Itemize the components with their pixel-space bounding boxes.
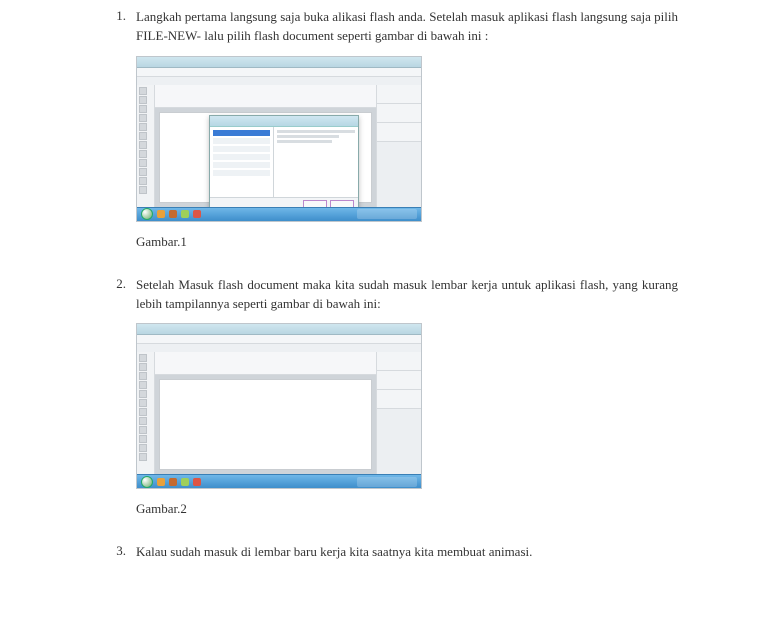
tools-panel — [137, 352, 155, 474]
dialog-type-list — [210, 127, 274, 197]
menubar — [137, 335, 421, 344]
figure-caption: Gambar.1 — [136, 234, 678, 250]
step-number: 1. — [100, 8, 136, 268]
step-text: Kalau sudah masuk di lembar baru kerja k… — [136, 543, 678, 562]
step-1: 1. Langkah pertama langsung saja buka al… — [100, 8, 678, 268]
menubar — [137, 68, 421, 77]
window-titlebar — [137, 57, 421, 68]
taskbar-icon — [169, 210, 177, 218]
taskbar-icon — [157, 478, 165, 486]
timeline-panel — [155, 352, 376, 375]
main-area — [137, 352, 421, 474]
screenshot-2 — [136, 323, 422, 489]
step-body: Setelah Masuk flash document maka kita s… — [136, 276, 678, 536]
system-tray — [357, 477, 417, 487]
step-body: Kalau sudah masuk di lembar baru kerja k… — [136, 543, 678, 572]
stage-wrap — [155, 352, 376, 474]
screenshot-1 — [136, 56, 422, 222]
taskbar-icon — [169, 478, 177, 486]
figure-caption: Gambar.2 — [136, 501, 678, 517]
system-tray — [357, 209, 417, 219]
taskbar-icon — [181, 210, 189, 218]
main-area — [137, 85, 421, 207]
step-3: 3. Kalau sudah masuk di lembar baru kerj… — [100, 543, 678, 572]
dialog-description — [274, 127, 358, 197]
timeline-panel — [155, 85, 376, 108]
step-number: 2. — [100, 276, 136, 536]
window-titlebar — [137, 324, 421, 335]
stage — [159, 379, 372, 470]
taskbar-icon — [181, 478, 189, 486]
properties-panel — [376, 352, 421, 474]
step-2: 2. Setelah Masuk flash document maka kit… — [100, 276, 678, 536]
new-document-dialog — [209, 115, 359, 213]
document-content: 1. Langkah pertama langsung saja buka al… — [0, 0, 768, 600]
start-orb-icon — [141, 208, 153, 220]
step-text: Setelah Masuk flash document maka kita s… — [136, 276, 678, 314]
stage-wrap — [155, 85, 376, 207]
taskbar-icon — [193, 478, 201, 486]
taskbar-icon — [157, 210, 165, 218]
taskbar-icon — [193, 210, 201, 218]
step-body: Langkah pertama langsung saja buka alika… — [136, 8, 678, 268]
tools-panel — [137, 85, 155, 207]
step-text: Langkah pertama langsung saja buka alika… — [136, 8, 678, 46]
properties-panel — [376, 85, 421, 207]
taskbar — [137, 207, 421, 221]
step-number: 3. — [100, 543, 136, 572]
taskbar — [137, 474, 421, 488]
dialog-titlebar — [210, 116, 358, 127]
start-orb-icon — [141, 476, 153, 488]
